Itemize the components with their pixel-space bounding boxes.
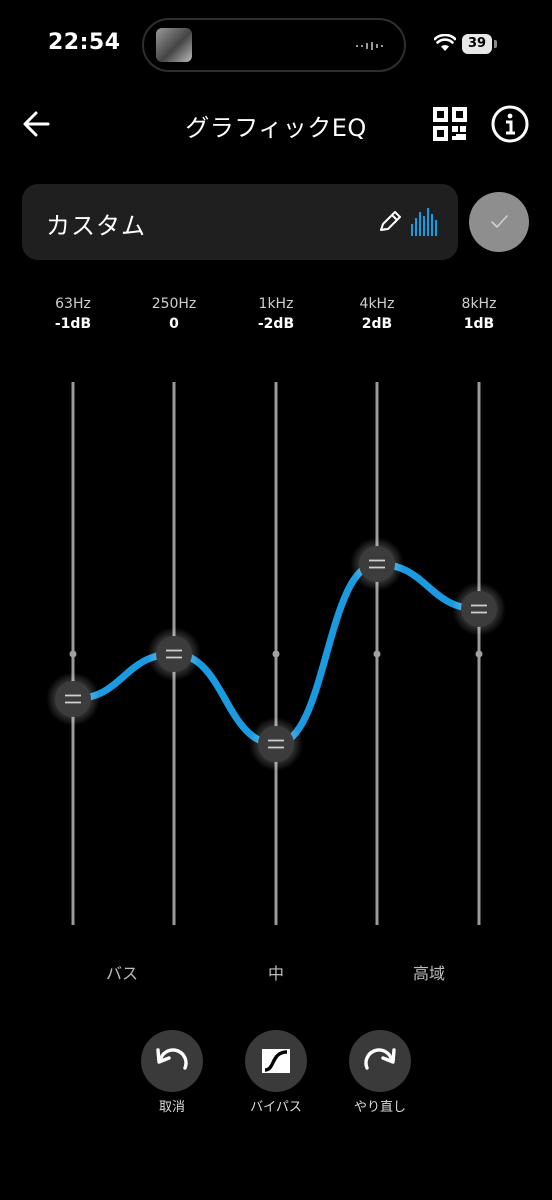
status-time: 22:54 <box>48 30 121 55</box>
band-gain: -1dB <box>54 316 92 332</box>
undo-label: 取消 <box>158 1100 185 1115</box>
dynamic-island[interactable] <box>142 18 406 72</box>
band-label-63hz: 63Hz -1dB <box>23 296 123 332</box>
band-frequency: 8kHz <box>461 296 497 312</box>
graphic-eq-screen: 22:54 39 グラフィックEQ カスタム 63Hz -1dB 250Hz 0… <box>0 0 552 1200</box>
region-label-mid: 中 <box>267 964 284 983</box>
band-gain: 0 <box>169 316 179 332</box>
band-label-8khz: 8kHz 1dB <box>429 296 529 332</box>
redo-label: やり直し <box>353 1100 406 1115</box>
band-frequency: 4kHz <box>359 296 395 312</box>
undo-button[interactable] <box>141 1030 203 1092</box>
zero-marker <box>272 650 280 658</box>
undo-arrow-icon <box>156 1048 188 1070</box>
band-frequency: 1kHz <box>258 296 294 312</box>
confirm-button[interactable] <box>469 192 529 252</box>
band-gain: -2dB <box>257 316 295 332</box>
page-title: グラフィックEQ <box>185 114 367 142</box>
battery-nub <box>494 40 497 48</box>
region-label-treble: 高域 <box>412 964 445 983</box>
zero-marker <box>373 650 381 658</box>
zero-marker <box>69 650 77 658</box>
audio-wave-icon <box>356 42 383 50</box>
eq-slider-area <box>46 382 506 925</box>
redo-arrow-icon <box>364 1048 396 1070</box>
redo-button[interactable] <box>349 1030 411 1092</box>
band-label-250hz: 250Hz 0 <box>124 296 224 332</box>
pencil-icon[interactable] <box>376 208 404 236</box>
zero-marker <box>475 650 483 658</box>
header: グラフィックEQ <box>0 96 552 152</box>
bypass-label: バイパス <box>250 1100 302 1115</box>
band-label-1khz: 1kHz -2dB <box>226 296 326 332</box>
equalizer-bars-icon[interactable] <box>410 206 438 236</box>
status-bar: 22:54 39 <box>0 0 552 92</box>
slider-knob[interactable] <box>452 582 506 636</box>
slider-knob[interactable] <box>350 537 404 591</box>
preset-selector[interactable]: カスタム <box>22 184 458 260</box>
band-label-4khz: 4kHz 2dB <box>327 296 427 332</box>
now-playing-thumbnail <box>156 28 192 62</box>
bypass-button[interactable] <box>245 1030 307 1092</box>
battery-icon: 39 <box>462 34 492 54</box>
region-label-bass: バス <box>105 964 138 983</box>
qr-code-icon[interactable] <box>432 104 468 144</box>
band-frequency: 250Hz <box>151 296 197 312</box>
band-gain: 2dB <box>361 316 393 332</box>
slider-knob[interactable] <box>147 627 201 681</box>
band-gain: 1dB <box>463 316 495 332</box>
slider-knob[interactable] <box>249 717 303 771</box>
wifi-icon <box>434 34 456 51</box>
checkmark-icon <box>491 215 508 228</box>
bypass-logo-icon <box>262 1049 290 1073</box>
slider-knob[interactable] <box>46 672 100 726</box>
band-frequency: 63Hz <box>55 296 91 312</box>
info-icon[interactable] <box>490 104 530 144</box>
preset-name: カスタム <box>46 212 146 240</box>
